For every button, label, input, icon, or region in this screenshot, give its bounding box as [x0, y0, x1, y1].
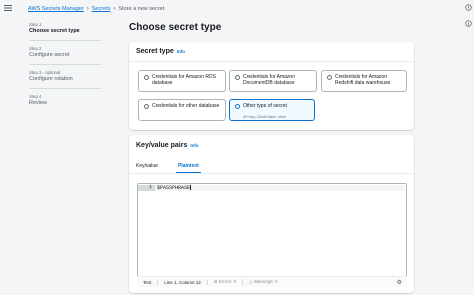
- tab-plaintext[interactable]: Plaintext: [175, 163, 201, 173]
- notifications-icon[interactable]: [465, 4, 472, 11]
- status-mode: Text: [137, 279, 159, 285]
- option-documentdb[interactable]: Credentials for Amazon DocumentDB databa…: [229, 70, 317, 92]
- option-other-secret[interactable]: Other type of secret API key, OAuth toke…: [229, 99, 315, 121]
- step-title: Configure secret: [29, 52, 70, 58]
- option-label: Credentials for other database: [152, 103, 220, 109]
- option-label: Other type of secret: [243, 103, 287, 109]
- radio-button[interactable]: [144, 75, 149, 80]
- breadcrumb-current: Store a new secret: [118, 6, 165, 12]
- radio-button[interactable]: [327, 75, 332, 80]
- tab-key-value[interactable]: Key/value: [136, 163, 166, 173]
- wizard-steps: Step 1 Choose secret type Step 2 Configu…: [29, 22, 119, 112]
- status-warnings-text: Warnings: 0: [253, 279, 278, 284]
- secret-type-panel: Secret type Info Credentials for Amazon R…: [129, 42, 414, 130]
- status-errors-text: Errors: 0: [218, 279, 237, 284]
- chevron-right-icon: ›: [113, 6, 116, 12]
- radio-button[interactable]: [235, 75, 240, 80]
- editor-status-bar: Text Line 1, Column 12 ⊗ Errors: 0 △ War…: [137, 276, 407, 287]
- panel-heading: Key/value pairs Info: [136, 142, 199, 149]
- breadcrumb-secrets[interactable]: Secrets: [92, 6, 111, 12]
- divider: [29, 88, 101, 89]
- gear-icon[interactable]: ⚙: [397, 279, 402, 286]
- status-warnings: △ Warnings: 0: [243, 279, 284, 285]
- divider: [29, 40, 101, 41]
- panel-heading: Secret type Info: [136, 48, 185, 55]
- option-label: Credentials for Amazon Redshift data war…: [335, 74, 391, 86]
- step-4: Step 4 Review: [29, 94, 119, 106]
- step-title: Review: [29, 100, 48, 106]
- tab-list: Key/value Plaintext: [136, 163, 211, 173]
- step-title: Choose secret type: [29, 28, 80, 34]
- right-utility-rail: [462, 0, 474, 295]
- breadcrumb: AWS Secrets Manager › Secrets › Store a …: [28, 6, 164, 12]
- option-rds[interactable]: Credentials for Amazon RDS database: [138, 70, 226, 92]
- editor-content[interactable]: $PASSPHRASE: [157, 185, 191, 191]
- divider: [29, 64, 101, 65]
- breadcrumb-secrets-manager[interactable]: AWS Secrets Manager: [28, 6, 84, 12]
- status-errors: ⊗ Errors: 0: [208, 279, 244, 285]
- chevron-right-icon: ›: [86, 6, 89, 12]
- step-3: Step 3 - optional Configure rotation: [29, 70, 119, 82]
- option-label: Credentials for Amazon DocumentDB databa…: [243, 74, 295, 86]
- option-label: Credentials for Amazon RDS database: [152, 74, 216, 86]
- text-caret: [190, 185, 191, 191]
- step-number: Step 3 - optional: [29, 70, 61, 75]
- option-redshift[interactable]: Credentials for Amazon Redshift data war…: [321, 70, 407, 92]
- step-title: Configure rotation: [29, 76, 73, 82]
- editor-text: $PASSPHRASE: [157, 185, 191, 191]
- option-other-database[interactable]: Credentials for other database: [138, 99, 226, 121]
- plaintext-editor[interactable]: 1 $PASSPHRASE ◢: [137, 183, 407, 287]
- step-number: Step 4: [29, 94, 42, 99]
- page-title: Choose secret type: [129, 22, 222, 33]
- info-circle-icon[interactable]: [465, 20, 472, 27]
- step-number: Step 1: [29, 22, 42, 27]
- key-value-heading: Key/value pairs: [136, 142, 188, 149]
- info-link[interactable]: Info: [177, 49, 185, 54]
- divider: [129, 173, 414, 174]
- radio-button[interactable]: [144, 104, 149, 109]
- step-1: Step 1 Choose secret type: [29, 22, 119, 34]
- radio-button-selected[interactable]: [235, 104, 240, 109]
- secret-type-heading: Secret type: [136, 48, 174, 55]
- option-description: API key, OAuth token, other.: [243, 115, 287, 119]
- step-2: Step 2 Configure secret: [29, 46, 119, 58]
- info-link[interactable]: Info: [190, 143, 198, 148]
- divider: [129, 61, 414, 62]
- line-number: 1: [138, 185, 155, 191]
- key-value-panel: Key/value pairs Info Key/value Plaintext …: [129, 135, 414, 293]
- step-number: Step 2: [29, 46, 42, 51]
- hamburger-icon[interactable]: [4, 4, 12, 12]
- status-position: Line 1, Column 12: [158, 279, 208, 285]
